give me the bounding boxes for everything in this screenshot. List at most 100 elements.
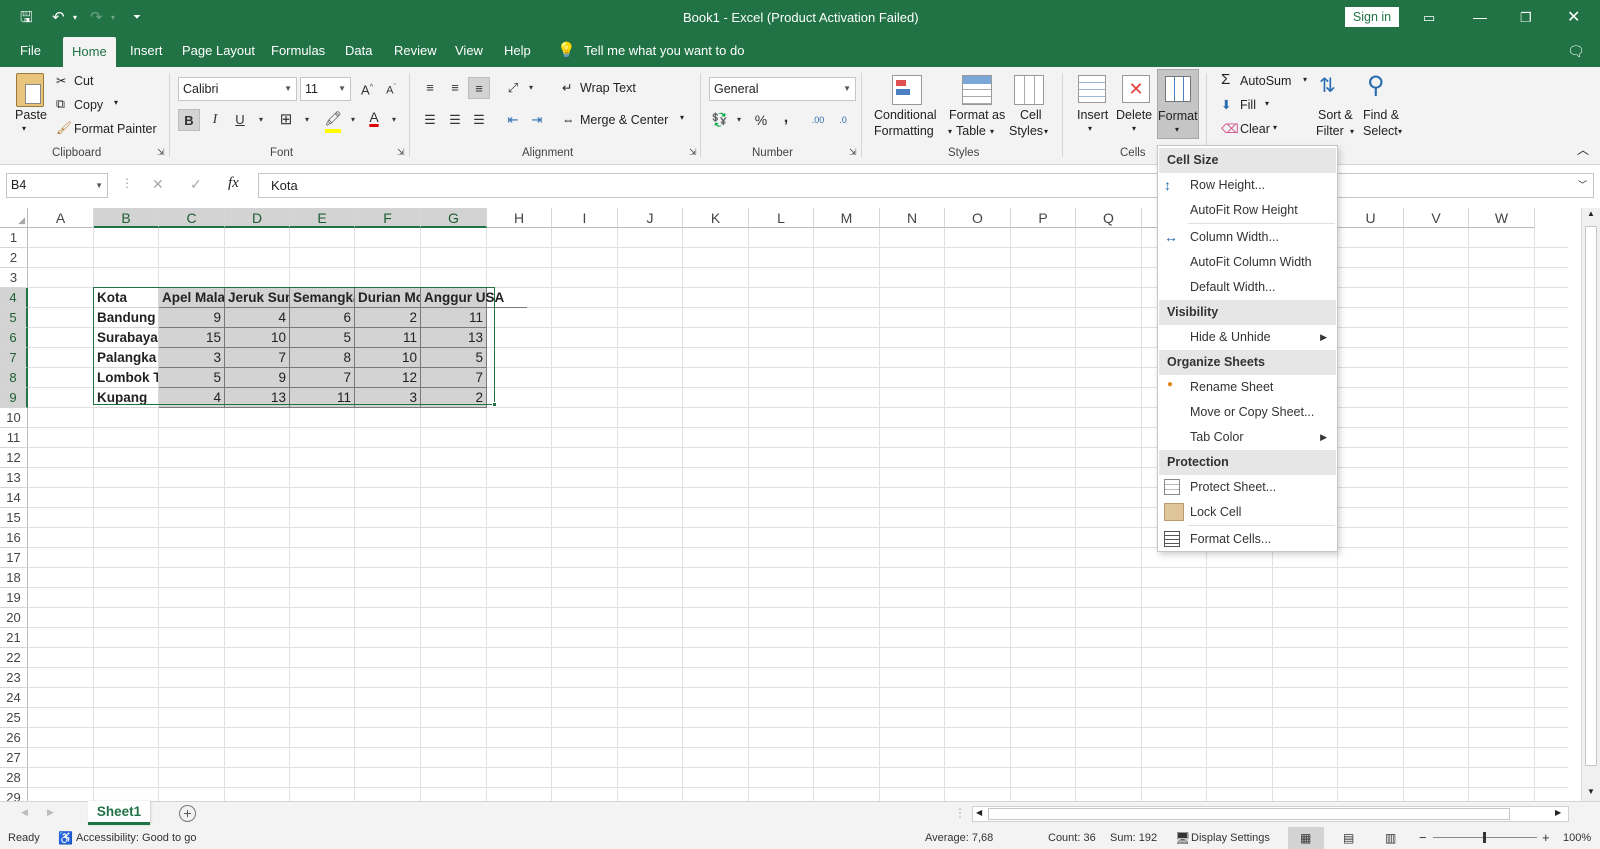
sheet-tab-sheet1[interactable]: Sheet1 <box>88 801 150 825</box>
find-select-icon[interactable]: ⚲ <box>1367 71 1385 100</box>
delete-cells-button[interactable]: Delete <box>1116 108 1152 122</box>
insert-function-button[interactable]: fx <box>228 175 239 192</box>
row-header-29[interactable]: 29 <box>0 788 28 801</box>
expand-formula-icon[interactable]: ﹀ <box>1578 174 1587 197</box>
close-icon[interactable]: ✕ <box>1567 0 1580 35</box>
scroll-up-icon[interactable]: ▲ <box>1587 209 1595 218</box>
select-all-corner[interactable]: ◢ <box>0 208 28 228</box>
zoom-out-icon[interactable]: − <box>1419 827 1427 849</box>
find-dropdown-icon[interactable]: ▾ <box>1398 127 1402 136</box>
vertical-scroll-thumb[interactable] <box>1585 226 1597 766</box>
format-table-dropdown-icon[interactable]: ▾ <box>990 127 994 136</box>
sort-dropdown-icon[interactable]: ▾ <box>1350 127 1354 136</box>
wrap-text-icon[interactable]: ↵ <box>562 80 572 95</box>
copy-icon[interactable]: ⧉ <box>56 97 65 112</box>
menu-item-format-cells[interactable]: Format Cells... <box>1158 527 1337 552</box>
decrease-decimal-icon[interactable]: .0 <box>832 109 854 131</box>
undo-dropdown-icon[interactable]: ▾ <box>73 0 77 35</box>
column-header-v[interactable]: V <box>1404 208 1469 228</box>
spreadsheet-grid[interactable]: ◢ ABCDEFGHIJKLMNOPQRSTUVW 12345678910111… <box>0 208 1600 801</box>
wrap-text-button[interactable]: Wrap Text <box>580 81 636 95</box>
row-header-20[interactable]: 20 <box>0 608 28 628</box>
conditional-dropdown-icon[interactable]: ▾ <box>948 127 952 136</box>
column-header-h[interactable]: H <box>487 208 552 228</box>
comma-style-button[interactable]: , <box>775 107 797 129</box>
menu-item-autofit-column[interactable]: AutoFit Column Width <box>1158 250 1337 275</box>
menu-item-autofit-row[interactable]: AutoFit Row Height <box>1158 198 1337 223</box>
column-header-c[interactable]: C <box>159 208 225 228</box>
column-header-j[interactable]: J <box>618 208 683 228</box>
tab-help[interactable]: Help <box>504 35 531 67</box>
menu-item-protect-sheet[interactable]: Protect Sheet... <box>1158 475 1337 500</box>
row-header-23[interactable]: 23 <box>0 668 28 688</box>
scroll-left-icon[interactable]: ◀ <box>976 808 982 817</box>
column-header-o[interactable]: O <box>945 208 1011 228</box>
format-as-table-button[interactable]: Format as <box>949 108 1005 122</box>
horizontal-scrollbar[interactable]: ◀ ▶ <box>972 806 1569 822</box>
underline-dropdown-icon[interactable]: ▾ <box>250 109 272 131</box>
percent-style-button[interactable]: % <box>750 109 772 131</box>
delete-dropdown-icon[interactable]: ▾ <box>1132 124 1136 133</box>
orientation-dropdown-icon[interactable]: ▾ <box>520 77 542 99</box>
autosum-button[interactable]: AutoSum <box>1240 74 1291 88</box>
italic-button[interactable]: I <box>204 109 226 131</box>
row-header-26[interactable]: 26 <box>0 728 28 748</box>
tab-review[interactable]: Review <box>394 35 437 67</box>
number-launcher-icon[interactable]: ⇲ <box>849 147 857 158</box>
fill-color-icon[interactable]: 🖍 <box>322 107 344 129</box>
autosum-icon[interactable]: Σ <box>1221 71 1230 88</box>
bold-button[interactable]: B <box>178 109 200 131</box>
tab-view[interactable]: View <box>455 35 483 67</box>
align-right-icon[interactable]: ☰ <box>468 109 490 131</box>
column-header-i[interactable]: I <box>552 208 618 228</box>
clipboard-launcher-icon[interactable]: ⇲ <box>157 147 165 158</box>
tell-me-input[interactable]: Tell me what you want to do <box>584 35 744 67</box>
autosum-dropdown-icon[interactable]: ▾ <box>1303 75 1307 84</box>
save-icon[interactable]: 🖫 <box>20 0 33 35</box>
tab-file[interactable]: File <box>20 35 41 67</box>
fill-icon[interactable]: ⬇ <box>1221 97 1231 112</box>
horizontal-scroll-thumb[interactable] <box>988 808 1510 820</box>
status-count[interactable]: Count: 36 <box>1048 827 1096 849</box>
row-header-1[interactable]: 1 <box>0 228 28 248</box>
next-sheet-icon[interactable]: ▶ <box>47 807 54 818</box>
cut-icon[interactable]: ✂ <box>56 73 66 88</box>
collapse-ribbon-icon[interactable]: ︿ <box>1577 141 1589 158</box>
font-name-select[interactable]: Calibri ▼ <box>178 77 297 101</box>
row-header-8[interactable]: 8 <box>0 368 28 388</box>
customize-qat-icon[interactable]: ⏷ <box>133 0 141 35</box>
merge-dropdown-icon[interactable]: ▾ <box>680 113 684 122</box>
tab-data[interactable]: Data <box>345 35 372 67</box>
tab-insert[interactable]: Insert <box>130 35 163 67</box>
column-header-u[interactable]: U <box>1338 208 1404 228</box>
tab-split-handle[interactable]: ⋮ <box>954 806 966 820</box>
zoom-slider-thumb[interactable] <box>1483 832 1486 843</box>
merge-center-button[interactable]: Merge & Center <box>580 113 668 127</box>
display-settings-button[interactable]: Display Settings <box>1191 827 1270 849</box>
paste-dropdown-icon[interactable]: ▾ <box>22 124 26 133</box>
column-header-p[interactable]: P <box>1011 208 1076 228</box>
row-header-9[interactable]: 9 <box>0 388 28 408</box>
fill-dropdown-icon[interactable]: ▾ <box>1265 99 1269 108</box>
format-painter-button[interactable]: Format Painter <box>74 122 157 136</box>
paste-button[interactable]: Paste <box>15 108 47 122</box>
row-header-22[interactable]: 22 <box>0 648 28 668</box>
column-header-e[interactable]: E <box>290 208 355 228</box>
align-bottom-icon[interactable]: ≡ <box>468 77 490 99</box>
column-header-g[interactable]: G <box>421 208 487 228</box>
page-layout-view-icon[interactable]: ▤ <box>1343 827 1354 849</box>
insert-cells-button[interactable]: Insert <box>1077 108 1108 122</box>
comments-icon[interactable]: 🗨 <box>1567 35 1585 67</box>
underline-button[interactable]: U <box>229 109 251 131</box>
align-center-icon[interactable]: ☰ <box>444 109 466 131</box>
copy-dropdown-icon[interactable]: ▾ <box>114 98 118 107</box>
menu-item-column-width[interactable]: ↔ Column Width... <box>1158 225 1337 250</box>
zoom-in-icon[interactable]: + <box>1542 827 1550 849</box>
clear-dropdown-icon[interactable]: ▾ <box>1273 123 1277 132</box>
tab-page-layout[interactable]: Page Layout <box>182 35 255 67</box>
align-left-icon[interactable]: ☰ <box>419 109 441 131</box>
menu-item-hide-unhide[interactable]: Hide & Unhide ▶ <box>1158 325 1337 350</box>
increase-indent-icon[interactable]: ⇥ <box>526 109 548 131</box>
menu-item-rename-sheet[interactable]: ● Rename Sheet <box>1158 375 1337 400</box>
paste-icon[interactable] <box>16 73 44 107</box>
